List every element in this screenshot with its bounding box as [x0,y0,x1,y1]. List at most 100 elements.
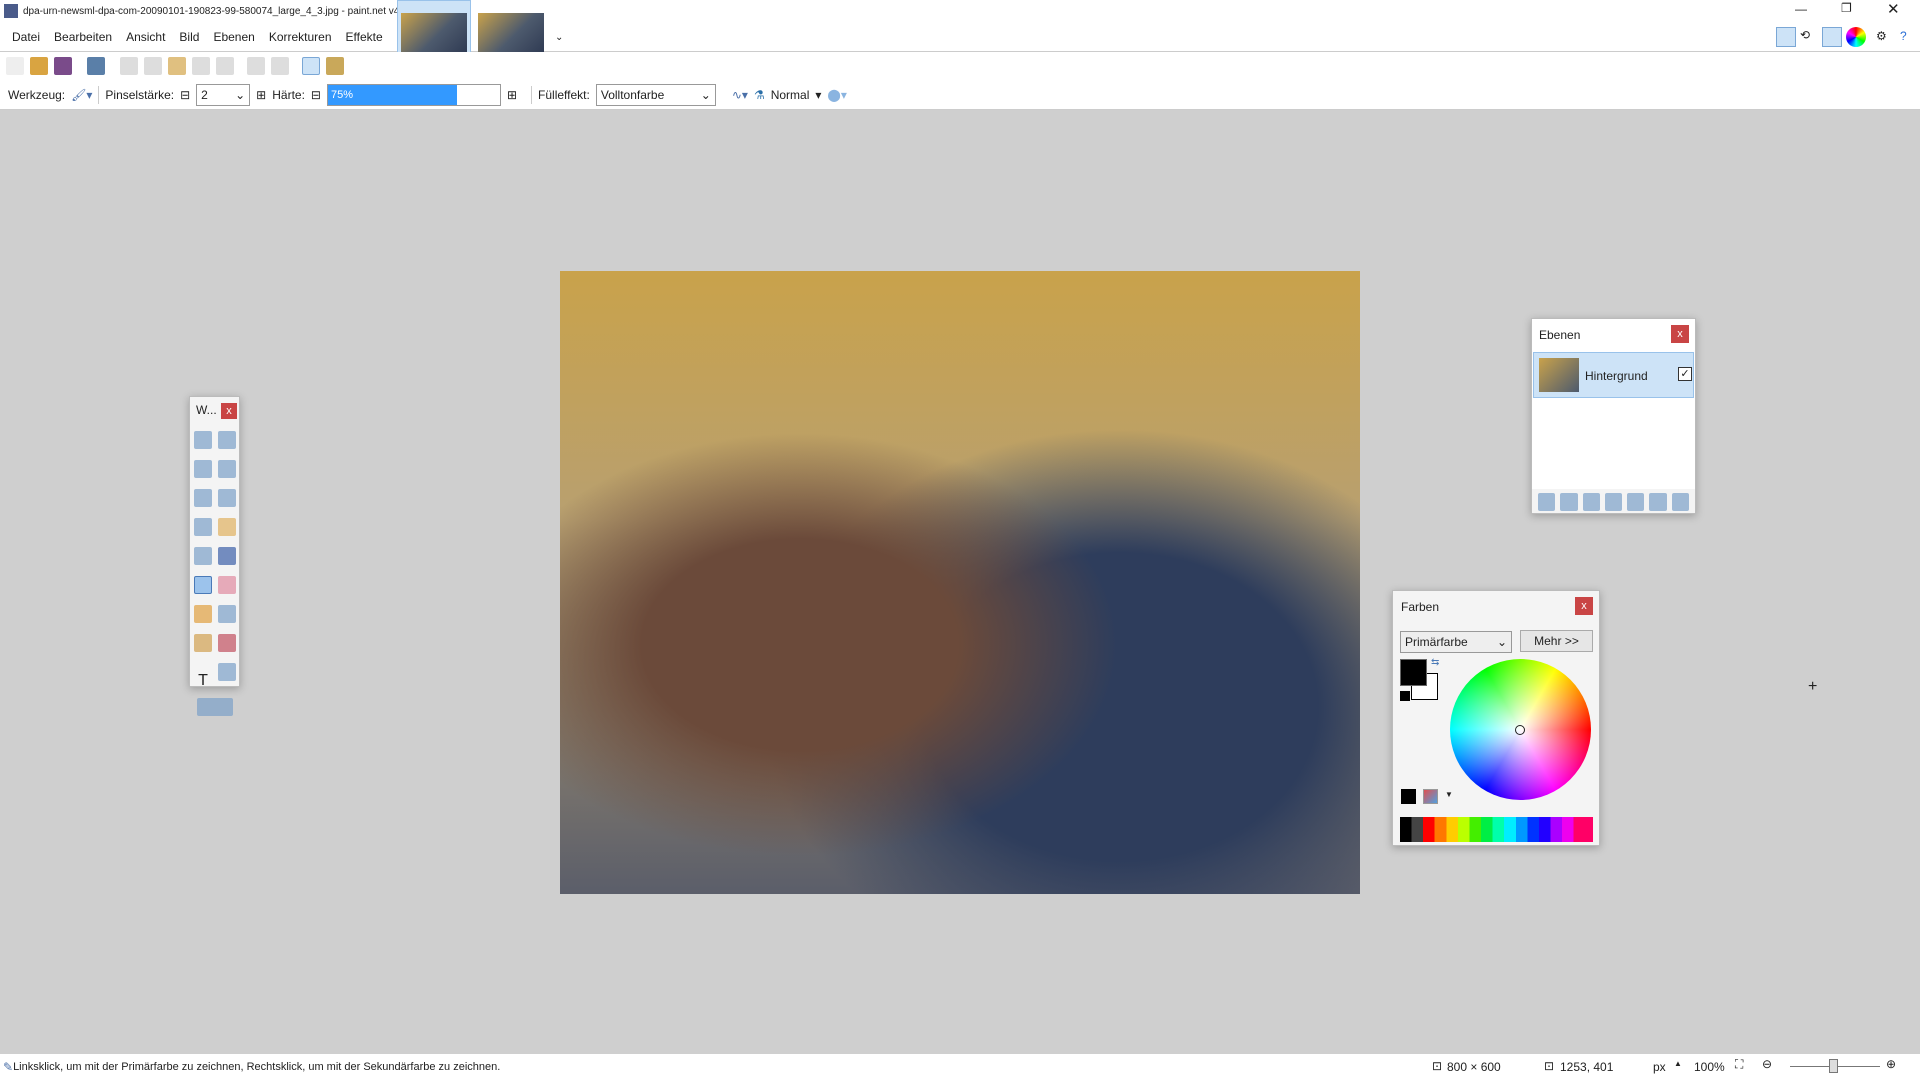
palette-dropdown-icon[interactable]: ▼ [1445,790,1453,799]
zoom-tool[interactable] [218,489,236,507]
zoom-out-icon[interactable]: ⊖ [1762,1057,1772,1071]
zoom-slider[interactable] [1790,1059,1880,1073]
colors-toggle-icon[interactable] [1846,27,1866,47]
layer-visibility-checkbox[interactable]: ✓ [1678,367,1692,381]
palette-menu-icon[interactable] [1423,789,1438,804]
rect-select-tool[interactable] [194,431,212,449]
title-bar: dpa-urn-newsml-dpa-com-20090101-190823-9… [0,0,1920,24]
colors-close-button[interactable]: x [1575,597,1593,615]
tabs-overflow-icon[interactable]: ⌄ [555,32,563,43]
restore-button[interactable]: ❐ [1841,1,1852,15]
brush-width-select[interactable]: 2 ⌄ [196,83,251,106]
pencil-tool[interactable] [194,605,212,623]
color-palette[interactable] [1400,817,1593,842]
layer-properties-icon[interactable] [1671,493,1689,511]
primary-color-swatch[interactable] [1400,659,1427,686]
magic-wand-tool[interactable] [194,518,212,536]
more-button[interactable]: Mehr >> [1520,630,1593,652]
color-picker-tool[interactable] [218,605,236,623]
minimize-button[interactable]: — [1795,2,1807,16]
zoom-in-icon[interactable]: ⊕ [1886,1057,1896,1071]
color-wheel-marker[interactable] [1515,725,1525,735]
antialiasing-icon[interactable]: ∿▾ [732,88,748,102]
delete-layer-icon[interactable] [1560,493,1578,511]
save-icon[interactable] [54,57,72,75]
menu-datei[interactable]: Datei [5,24,47,50]
hardness-increase-button[interactable]: ⊞ [507,88,517,102]
menu-bearbeiten[interactable]: Bearbeiten [47,24,119,50]
brush-decrease-button[interactable]: ⊟ [180,88,190,102]
fill-label: Fülleffekt: [538,87,590,102]
hardness-decrease-button[interactable]: ⊟ [311,88,321,102]
eraser-tool[interactable] [218,576,236,594]
recolor-tool[interactable] [218,634,236,652]
canvas-image[interactable] [560,271,1360,894]
help-icon[interactable]: ? [1900,29,1907,43]
alpha-mode-icon[interactable]: ⬤▾ [827,88,846,102]
blend-mode-select[interactable]: Normal [771,88,810,102]
unit-select[interactable]: px [1653,1060,1666,1074]
merge-layer-icon[interactable] [1604,493,1623,511]
move-tool[interactable] [218,431,236,449]
history-toggle-icon[interactable]: ⟲ [1800,28,1810,42]
layer-thumbnail [1539,358,1579,392]
move-layer-down-icon[interactable] [1649,493,1667,511]
move-selection-tool[interactable] [218,460,236,478]
add-layer-icon[interactable] [1538,493,1556,511]
add-to-palette-icon[interactable] [1401,789,1416,804]
swap-colors-icon[interactable]: ⇆ [1431,657,1439,668]
tools-window: W... x T [189,396,240,716]
cut-icon[interactable] [120,57,138,75]
move-layer-up-icon[interactable] [1627,493,1645,511]
duplicate-layer-icon[interactable] [1582,493,1600,511]
zoom-dropdown-icon[interactable]: ▲ [1674,1059,1682,1068]
layers-title: Ebenen [1539,328,1581,342]
layers-close-button[interactable]: x [1671,325,1689,343]
pan-tool[interactable] [218,518,236,536]
menu-bar: Datei Bearbeiten Ansicht Bild Ebenen Korrektu… [0,24,1920,52]
ellipse-select-tool[interactable] [194,489,212,507]
menu-bild[interactable]: Bild [172,24,206,50]
tools-close-button[interactable]: x [221,403,237,419]
menu-effekte[interactable]: Effekte [339,24,390,50]
cursor-position-icon: ⊡ [1544,1059,1555,1073]
layer-row[interactable]: Hintergrund ✓ [1533,352,1694,398]
copy-icon[interactable] [144,57,162,75]
clone-stamp-tool[interactable] [194,634,212,652]
deselect-icon[interactable] [216,57,234,75]
tools-toggle-icon[interactable] [1776,27,1796,47]
line-tool[interactable] [218,663,236,681]
layers-toggle-icon[interactable] [1822,27,1842,47]
menu-ansicht[interactable]: Ansicht [119,24,172,50]
lasso-tool[interactable] [194,460,212,478]
text-tool[interactable]: T [194,672,212,690]
print-icon[interactable] [87,57,105,75]
reset-colors-icon[interactable] [1400,691,1410,701]
zoom-slider-handle[interactable] [1829,1059,1838,1073]
crop-icon[interactable] [192,57,210,75]
blend-mode-icon[interactable]: ⚗ [754,88,765,102]
fill-select[interactable]: Volltonfarbe ⌄ [595,83,716,106]
redo-icon[interactable] [271,57,289,75]
menu-korrekturen[interactable]: Korrekturen [262,24,339,50]
paste-icon[interactable] [168,57,186,75]
brush-increase-button[interactable]: ⊞ [256,88,266,102]
paint-bucket-tool[interactable] [194,547,212,565]
new-icon[interactable] [6,57,24,75]
hardness-slider[interactable]: 75% [326,83,501,106]
paintbrush-tool[interactable] [194,576,212,594]
gradient-tool[interactable] [218,547,236,565]
menu-ebenen[interactable]: Ebenen [206,24,261,50]
zoom-level[interactable]: 100% [1694,1060,1725,1074]
zoom-to-window-icon[interactable]: ⛶ [1735,1057,1743,1072]
ruler-icon[interactable] [326,57,344,75]
open-icon[interactable] [30,57,48,75]
shapes-tool[interactable] [197,698,233,716]
toolbar [0,52,1920,80]
settings-icon[interactable]: ⚙ [1876,29,1887,43]
undo-icon[interactable] [247,57,265,75]
color-mode-select[interactable]: Primärfarbe ⌄ [1400,631,1512,653]
close-window-button[interactable]: ✕ [1887,0,1900,18]
paintbrush-icon[interactable]: 🖌▾ [71,88,92,102]
grid-icon[interactable] [302,57,320,75]
